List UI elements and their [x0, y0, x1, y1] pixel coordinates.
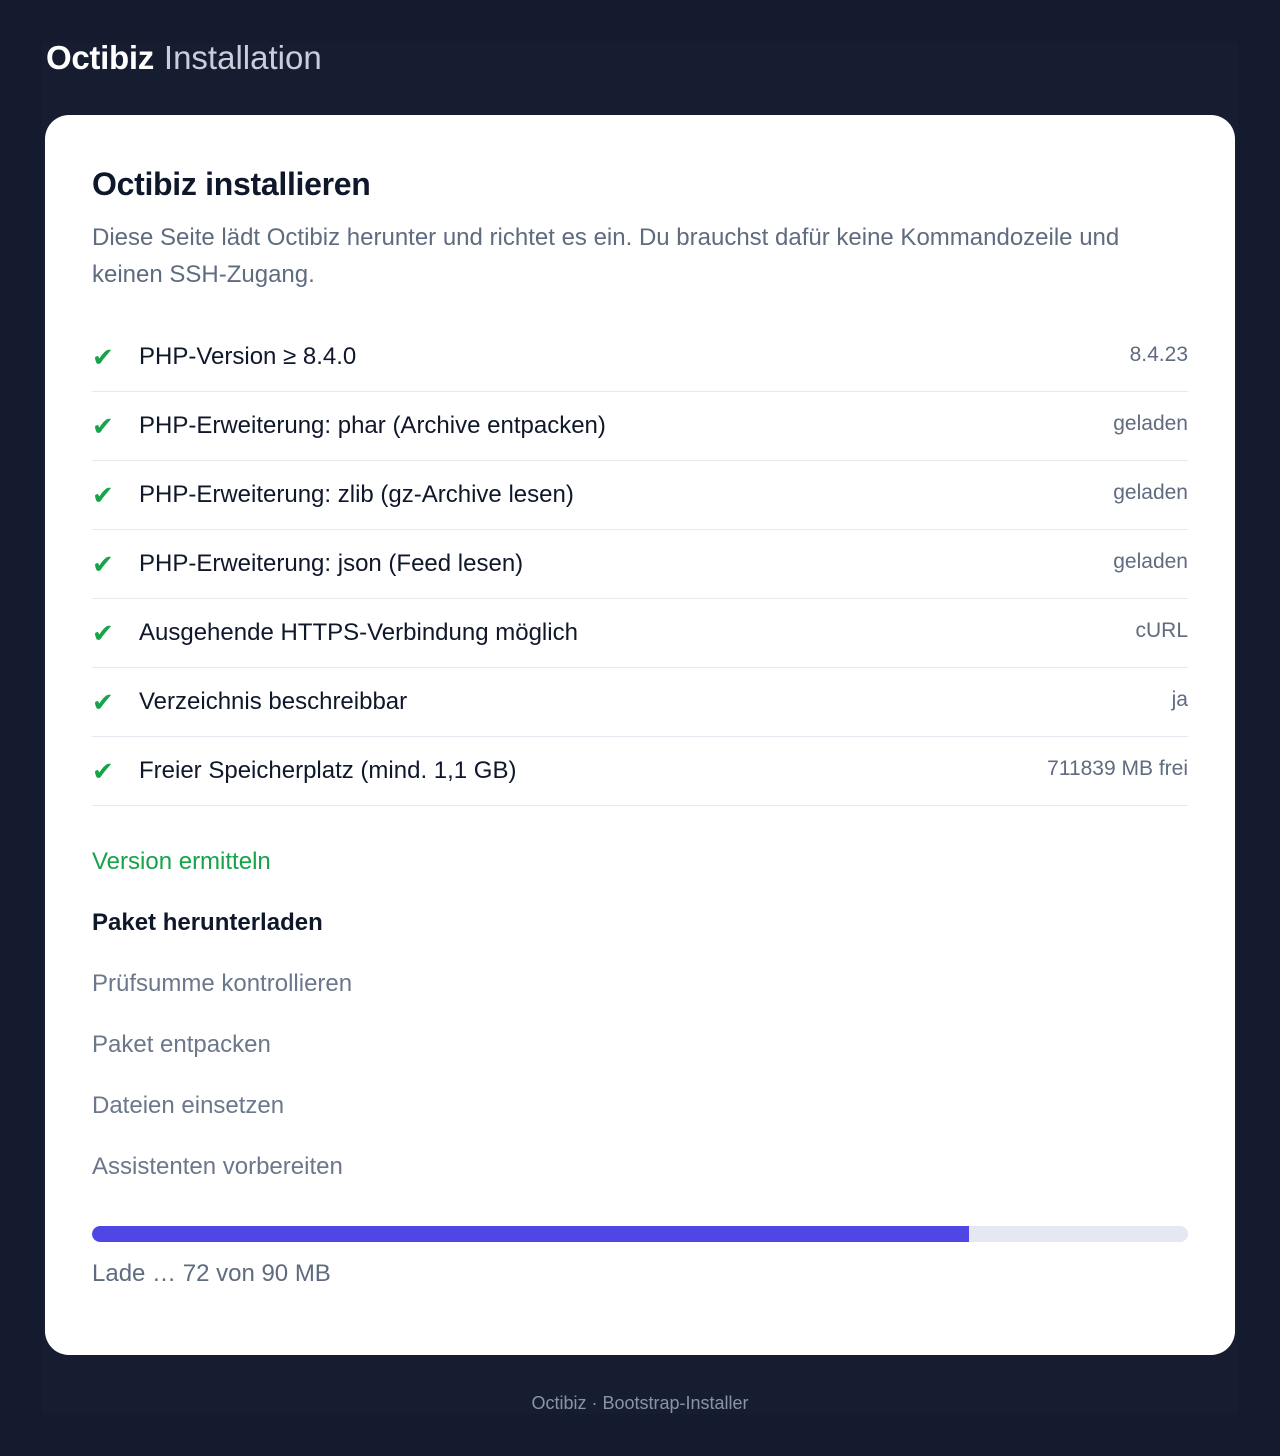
- requirement-row: ✔ PHP-Erweiterung: json (Feed lesen) gel…: [92, 530, 1188, 599]
- step-paket-herunterladen: Paket herunterladen: [92, 909, 323, 936]
- download-progress-bar: [92, 1226, 1188, 1242]
- requirement-label: PHP-Erweiterung: json (Feed lesen): [139, 550, 524, 577]
- step-pruefsumme-kontrollieren: Prüfsumme kontrollieren: [92, 970, 353, 997]
- page-title: Octibiz installieren: [92, 166, 371, 202]
- brand-name: Octibiz: [46, 39, 154, 76]
- requirement-value: geladen: [1113, 481, 1188, 504]
- check-icon: ✔: [92, 480, 114, 510]
- requirement-row: ✔ PHP-Version ≥ 8.4.0 8.4.23: [92, 323, 1188, 392]
- requirement-row: ✔ Verzeichnis beschreibbar ja: [92, 668, 1188, 737]
- requirement-label: Freier Speicherplatz (mind. 1,1 GB): [139, 757, 517, 784]
- check-icon: ✔: [92, 549, 114, 579]
- installer-card: Octibiz installieren Diese Seite lädt Oc…: [45, 115, 1235, 1355]
- requirement-row: ✔ Freier Speicherplatz (mind. 1,1 GB) 71…: [92, 737, 1188, 806]
- requirement-row: ✔ Ausgehende HTTPS-Verbindung möglich cU…: [92, 599, 1188, 668]
- app-header: Octibiz Installation: [46, 36, 322, 80]
- download-progress-fill: [92, 1226, 969, 1242]
- requirement-value: ja: [1171, 688, 1188, 711]
- requirement-value: geladen: [1113, 412, 1188, 435]
- check-icon: ✔: [92, 618, 114, 648]
- step-paket-entpacken: Paket entpacken: [92, 1031, 271, 1058]
- requirement-label: PHP-Erweiterung: zlib (gz-Archive lesen): [139, 481, 574, 508]
- step-version-ermitteln: Version ermitteln: [92, 848, 271, 875]
- requirements-list: ✔ PHP-Version ≥ 8.4.0 8.4.23 ✔ PHP-Erwei…: [92, 323, 1188, 806]
- requirement-row: ✔ PHP-Erweiterung: zlib (gz-Archive lese…: [92, 461, 1188, 530]
- brand-subtitle: Installation: [163, 39, 322, 76]
- requirement-value: 8.4.23: [1129, 343, 1188, 366]
- requirement-label: PHP-Version ≥ 8.4.0: [139, 343, 357, 370]
- requirement-label: Verzeichnis beschreibbar: [139, 688, 408, 715]
- requirement-label: PHP-Erweiterung: phar (Archive entpacken…: [139, 412, 606, 439]
- step-assistenten-vorbereiten: Assistenten vorbereiten: [92, 1153, 343, 1180]
- step-dateien-einsetzen: Dateien einsetzen: [92, 1092, 285, 1119]
- footer-text: Octibiz · Bootstrap-Installer: [531, 1393, 749, 1413]
- requirement-row: ✔ PHP-Erweiterung: phar (Archive entpack…: [92, 392, 1188, 461]
- check-icon: ✔: [92, 342, 114, 372]
- progress-status-text: Lade … 72 von 90 MB: [92, 1260, 331, 1287]
- requirement-label: Ausgehende HTTPS-Verbindung möglich: [139, 619, 578, 646]
- install-steps: Version ermitteln Paket herunterladen Pr…: [92, 843, 692, 1209]
- intro-text: Diese Seite lädt Octibiz herunter und ri…: [92, 224, 1120, 288]
- requirement-value: cURL: [1135, 619, 1188, 642]
- requirement-value: 711839 MB frei: [1047, 757, 1188, 780]
- check-icon: ✔: [92, 756, 114, 786]
- requirement-value: geladen: [1113, 550, 1188, 573]
- check-icon: ✔: [92, 687, 114, 717]
- check-icon: ✔: [92, 411, 114, 441]
